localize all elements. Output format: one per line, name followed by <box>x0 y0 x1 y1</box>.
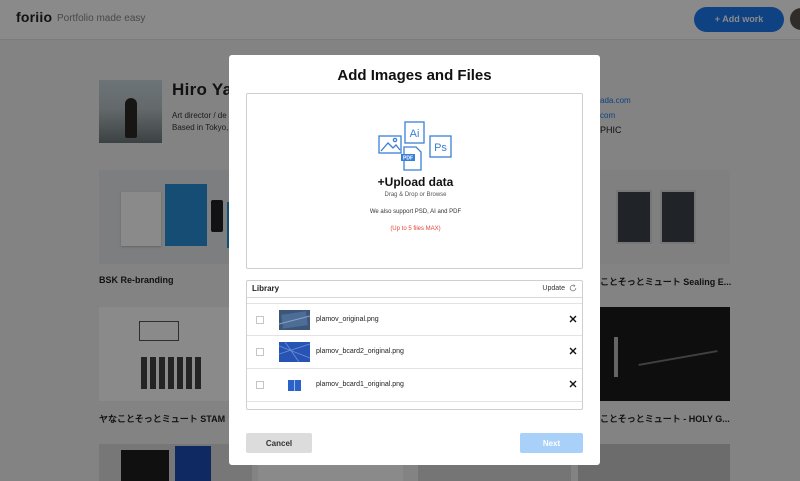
update-label: Update <box>542 284 565 292</box>
svg-text:Ai: Ai <box>410 128 420 140</box>
modal-title: Add Images and Files <box>337 67 492 84</box>
file-name: plamov_bcard1_original.png <box>316 381 404 388</box>
close-icon[interactable] <box>569 347 577 355</box>
add-files-modal: Add Images and Files Ai Ps PDF +Upload d… <box>229 55 600 465</box>
list-item[interactable]: plamov_bcard2_original.png <box>247 336 582 369</box>
file-checkbox[interactable] <box>256 381 264 389</box>
library-title: Library <box>252 284 280 293</box>
file-name: plamov_bcard2_original.png <box>316 348 404 355</box>
refresh-icon <box>569 284 577 292</box>
file-checkbox[interactable] <box>256 348 264 356</box>
next-button[interactable]: Next <box>520 433 583 453</box>
file-types-icon: Ai Ps PDF <box>378 121 452 171</box>
close-icon[interactable] <box>569 380 577 388</box>
file-thumbnail <box>279 375 310 395</box>
cancel-button[interactable]: Cancel <box>246 433 312 453</box>
list-item[interactable]: plamov_bcard1_original.png <box>247 369 582 402</box>
library-list: plamov_original.png plamov_bcard2_origin… <box>247 303 582 402</box>
library-header: Library Update <box>247 281 582 298</box>
upload-limit-text: (Up to 5 files MAX) <box>390 226 441 232</box>
library-panel: Library Update plamov_original.png plamo… <box>246 280 583 410</box>
file-name: plamov_original.png <box>316 316 379 323</box>
ps-file-icon: Ps <box>429 135 452 158</box>
update-button[interactable]: Update <box>542 284 577 292</box>
file-checkbox[interactable] <box>256 316 264 324</box>
list-item[interactable]: plamov_original.png <box>247 303 582 336</box>
upload-hint: Drag & Drop or Browse <box>384 192 447 198</box>
svg-text:PDF: PDF <box>403 156 413 162</box>
upload-title[interactable]: +Upload data <box>247 175 584 189</box>
svg-text:Ps: Ps <box>434 142 447 154</box>
upload-support-text: We also support PSD, AI and PDF <box>369 209 462 215</box>
file-thumbnail <box>279 310 310 330</box>
file-thumbnail <box>279 342 310 362</box>
pdf-file-icon: PDF <box>401 146 422 171</box>
image-icon <box>378 135 402 154</box>
close-icon[interactable] <box>569 315 577 323</box>
upload-dropzone[interactable]: Ai Ps PDF +Upload data Drag & Drop or Br… <box>246 93 583 269</box>
ai-file-icon: Ai <box>404 121 425 144</box>
